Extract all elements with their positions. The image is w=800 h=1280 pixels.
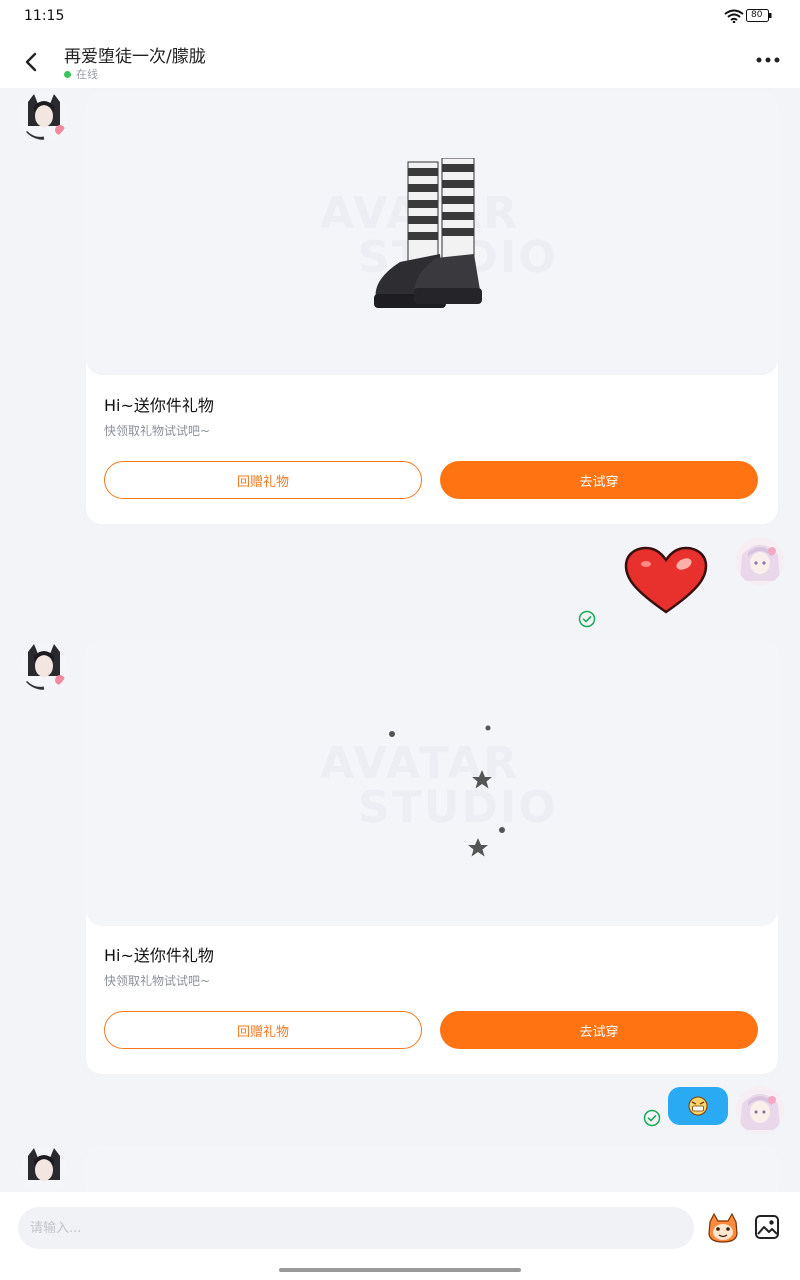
battery-level: 80: [751, 10, 763, 20]
online-status-text: 在线: [76, 68, 98, 81]
online-dot: [64, 70, 71, 78]
gift-card: AVATAR STUDIO Hi~送你件礼物 快领取礼物试试吧~ 回赠礼物 去试…: [86, 640, 778, 1074]
message-input-bar: [0, 1192, 800, 1280]
sent-check-icon: [643, 1109, 661, 1127]
sparkle-stars-image: [389, 725, 505, 857]
back-icon[interactable]: [18, 48, 46, 76]
try-on-button[interactable]: 去试穿: [440, 1011, 758, 1049]
my-avatar[interactable]: [736, 537, 784, 585]
angry-face-emoji-icon: [688, 1096, 708, 1116]
image-icon[interactable]: [754, 1214, 780, 1240]
friend-avatar[interactable]: [20, 1146, 68, 1194]
friend-avatar[interactable]: [20, 642, 68, 690]
wifi-icon: [724, 9, 744, 23]
chat-title: 再爱堕徒一次/朦胧: [64, 47, 206, 67]
gift-card-subtitle: 快领取礼物试试吧~: [104, 424, 211, 438]
gift-card: AVATAR STUDIO Hi~送你件礼物 快领取礼物试试吧~ 回赠礼物 去试…: [86, 92, 778, 524]
return-gift-button[interactable]: 回赠礼物: [104, 461, 422, 499]
emoji-icon[interactable]: [706, 1212, 740, 1244]
my-avatar[interactable]: [736, 1086, 784, 1134]
online-status: 在线: [64, 66, 98, 82]
friend-avatar[interactable]: [20, 92, 68, 140]
chat-header: 再爱堕徒一次/朦胧 在线: [0, 32, 800, 88]
gift-image-area: AVATAR STUDIO: [86, 92, 778, 375]
status-time: 11:15: [24, 8, 65, 24]
gift-card-title: Hi~送你件礼物: [104, 946, 214, 965]
status-bar: 11:15 80: [0, 0, 800, 32]
gift-card-subtitle: 快领取礼物试试吧~: [104, 974, 211, 988]
home-indicator: [279, 1268, 521, 1272]
gift-image-area: AVATAR STUDIO: [86, 640, 778, 926]
message-input[interactable]: [18, 1207, 694, 1249]
heart-sticker: [624, 546, 708, 614]
sent-check-icon: [578, 610, 596, 628]
emoji-message-bubble[interactable]: [668, 1087, 728, 1125]
gift-card-title: Hi~送你件礼物: [104, 396, 214, 415]
try-on-button[interactable]: 去试穿: [440, 461, 758, 499]
return-gift-button[interactable]: 回赠礼物: [104, 1011, 422, 1049]
striped-boots-image: [374, 158, 482, 308]
more-icon[interactable]: [754, 52, 782, 68]
